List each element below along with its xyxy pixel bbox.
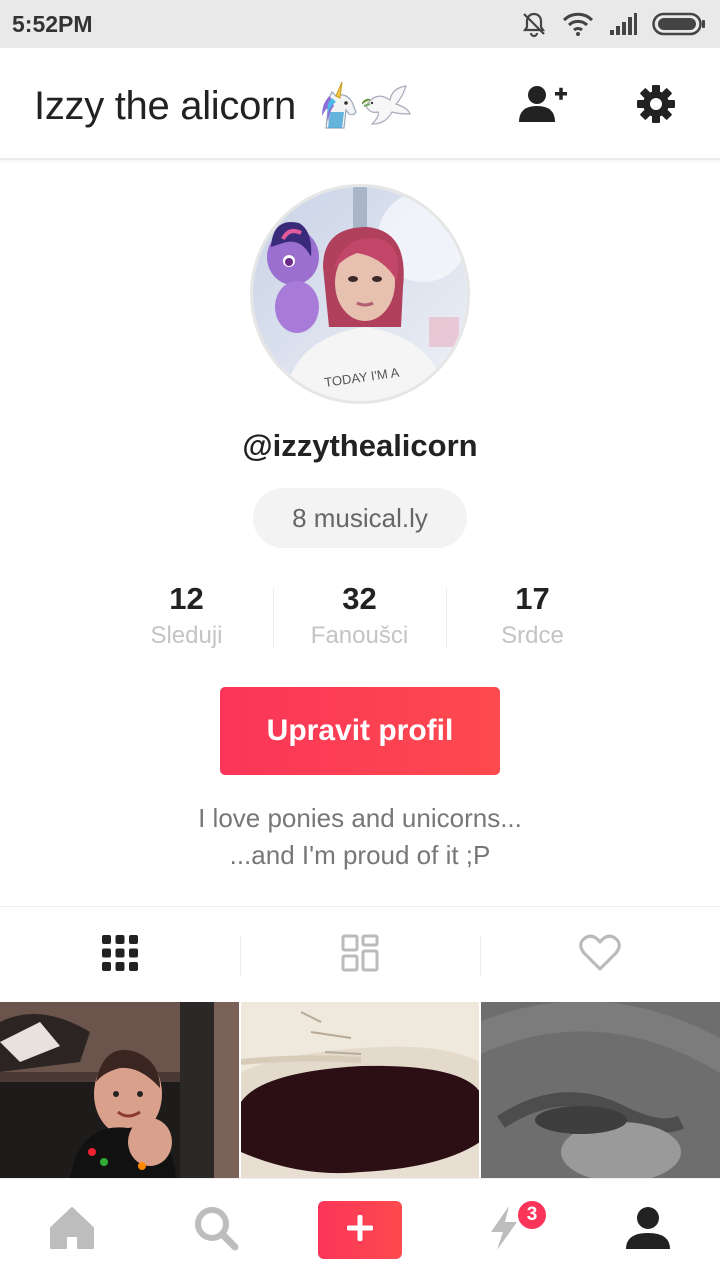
username: @izzythealicorn: [242, 428, 478, 463]
content-tabs: [0, 906, 720, 1002]
stat-following[interactable]: 12 Sleduji: [100, 580, 273, 656]
stat-following-value: 12: [169, 581, 204, 616]
home-icon: [49, 1206, 95, 1255]
tab-videos[interactable]: [0, 907, 240, 1003]
heart-icon: [579, 934, 621, 977]
stat-fans-label: Fanoušci: [310, 622, 409, 649]
title-emoji: [316, 81, 412, 135]
tab-liked[interactable]: [480, 907, 720, 1003]
profile-bio: I love ponies and unicorns... ...and I'm…: [0, 800, 720, 874]
notification-badge: 3: [516, 1199, 548, 1231]
bottom-navigation: 3: [0, 1178, 720, 1280]
settings-button[interactable]: [628, 78, 684, 134]
video-thumbnail[interactable]: [240, 1002, 480, 1178]
add-friend-icon: [519, 84, 569, 129]
profile-icon: [624, 1205, 672, 1256]
stat-following-label: Sleduji: [150, 622, 223, 649]
stat-fans-value: 32: [342, 581, 377, 616]
status-time: 5:52PM: [12, 11, 93, 37]
nav-notifications[interactable]: 3: [454, 1179, 554, 1280]
nav-search[interactable]: [166, 1179, 266, 1280]
layout-icon: [341, 934, 379, 977]
stat-fans[interactable]: 32 Fanoušci: [273, 580, 446, 656]
edit-profile-button[interactable]: Upravit profil: [220, 687, 500, 775]
status-bar: 5:52PM: [0, 0, 720, 48]
bell-muted-icon: [520, 10, 548, 38]
plus-icon: [346, 1214, 374, 1247]
create-button[interactable]: [318, 1201, 402, 1259]
tab-collections[interactable]: [240, 907, 480, 1003]
grid-icon: [101, 934, 139, 977]
nav-profile[interactable]: [598, 1179, 698, 1280]
nav-create[interactable]: [310, 1179, 410, 1280]
stat-hearts-label: Srdce: [501, 622, 564, 649]
video-grid: [0, 1002, 720, 1178]
profile-header: Izzy the alicorn: [0, 48, 720, 160]
gear-icon: [636, 84, 676, 129]
dove-emoji-icon: [361, 84, 412, 133]
wifi-icon: [562, 11, 594, 37]
stat-hearts-value: 17: [515, 581, 550, 616]
unicorn-emoji-icon: [316, 81, 360, 135]
status-icons: [520, 8, 706, 40]
musical-count-badge[interactable]: 8 musical.ly: [253, 488, 467, 548]
profile-stats: 12 Sleduji 32 Fanoušci 17 Srdce: [100, 580, 620, 656]
search-icon: [193, 1205, 239, 1256]
bio-line: ...and I'm proud of it ;P: [229, 840, 491, 870]
add-friend-button[interactable]: [516, 78, 572, 134]
bio-line: I love ponies and unicorns...: [198, 803, 522, 833]
avatar[interactable]: TODAY I'M A: [250, 184, 470, 404]
battery-icon: [652, 11, 706, 37]
nav-home[interactable]: [22, 1179, 122, 1280]
video-thumbnail[interactable]: [0, 1002, 239, 1178]
video-thumbnail[interactable]: [481, 1002, 720, 1178]
signal-icon: [608, 12, 638, 36]
page-title: Izzy the alicorn: [34, 84, 296, 128]
stat-hearts[interactable]: 17 Srdce: [446, 580, 619, 656]
